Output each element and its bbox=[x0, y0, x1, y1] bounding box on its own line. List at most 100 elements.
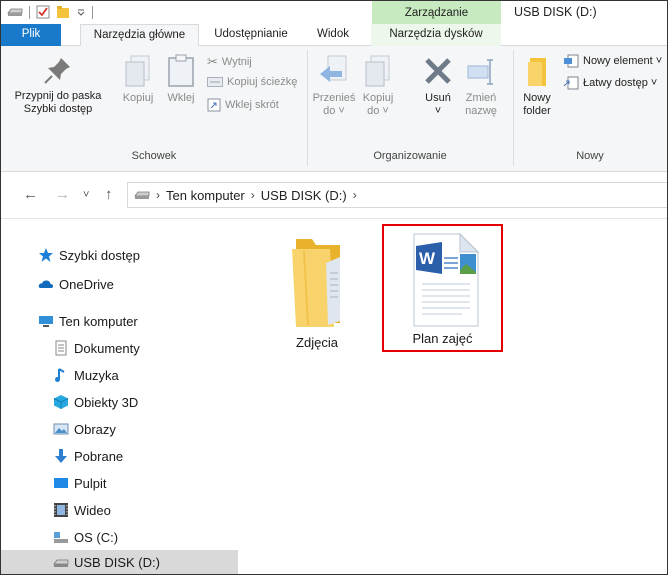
drive-icon bbox=[54, 532, 68, 543]
nav-item-pictures[interactable]: Obrazy bbox=[1, 417, 238, 441]
copy-to-label-2: do ˅ bbox=[367, 105, 389, 117]
delete-button[interactable]: Usuń ˅ bbox=[420, 54, 456, 118]
cut-button[interactable]: ✂ Wytnij bbox=[207, 54, 252, 70]
folder-icon bbox=[292, 239, 340, 327]
nav-item-label: Ten komputer bbox=[59, 313, 138, 329]
pin-label: Przypnij do paska bbox=[14, 90, 102, 102]
ribbon-tab-row: Plik Narzędzia główne Udostępnianie Wido… bbox=[1, 24, 667, 47]
nav-item-desktop[interactable]: Pulpit bbox=[1, 471, 238, 495]
file-item-word-document[interactable]: W Plan zajęć bbox=[382, 224, 503, 352]
new-folder-icon[interactable] bbox=[56, 5, 70, 19]
nav-item-label: Obiekty 3D bbox=[74, 394, 139, 410]
tab-home[interactable]: Narzędzia główne bbox=[80, 24, 199, 47]
copy-button[interactable]: Kopiuj bbox=[118, 54, 158, 105]
star-icon bbox=[39, 248, 53, 262]
computer-icon bbox=[39, 316, 53, 327]
window-title: USB DISK (D:) bbox=[514, 5, 597, 19]
copy-path-icon bbox=[207, 77, 223, 87]
nav-item-label: OS (C:) bbox=[74, 529, 119, 545]
image-icon bbox=[53, 423, 69, 435]
copy-to-icon bbox=[365, 55, 390, 87]
nav-item-os-c[interactable]: OS (C:) bbox=[1, 525, 238, 549]
back-arrow-icon[interactable]: ← bbox=[23, 186, 38, 203]
folder-icon bbox=[528, 58, 546, 86]
nav-item-label: Dokumenty bbox=[74, 340, 140, 356]
desktop-icon bbox=[54, 478, 68, 488]
nav-item-quick-access[interactable]: Szybki dostęp bbox=[1, 243, 238, 267]
nav-item-documents[interactable]: Dokumenty bbox=[1, 336, 238, 360]
toolbar-separator bbox=[29, 5, 30, 19]
nav-item-music[interactable]: Muzyka bbox=[1, 363, 238, 387]
paste-button[interactable]: Wklej bbox=[163, 54, 199, 105]
nav-item-this-pc[interactable]: Ten komputer bbox=[1, 309, 238, 333]
new-item-button[interactable]: Nowy element ˅ bbox=[563, 54, 662, 68]
copy-path-button[interactable]: Kopiuj ścieżkę bbox=[207, 76, 297, 88]
nav-item-label: Obrazy bbox=[74, 421, 116, 437]
nav-item-onedrive[interactable]: OneDrive bbox=[1, 272, 238, 296]
nav-item-label: Muzyka bbox=[74, 367, 119, 383]
nav-item-usb-disk[interactable]: USB DISK (D:) bbox=[1, 550, 238, 574]
pin-to-quick-access-button[interactable]: Przypnij do paska Szybki dostęp bbox=[2, 54, 114, 116]
nav-item-3d-objects[interactable]: Obiekty 3D bbox=[1, 390, 238, 414]
forward-arrow-icon[interactable]: → bbox=[55, 186, 70, 203]
move-to-button[interactable]: Przenieś do ˅ bbox=[312, 54, 356, 118]
file-item-folder[interactable]: Zdjęcia bbox=[266, 231, 368, 359]
new-folder-label-2: folder bbox=[523, 105, 551, 117]
navigation-pane: Szybki dostęp OneDrive Ten komputer Doku… bbox=[1, 219, 238, 574]
new-item-label: Nowy element ˅ bbox=[583, 55, 663, 67]
move-to-label-2: do ˅ bbox=[323, 105, 345, 117]
cloud-icon bbox=[38, 280, 54, 288]
rename-label: Zmień bbox=[465, 92, 497, 104]
move-to-label: Przenieś bbox=[312, 92, 356, 104]
tab-share[interactable]: Udostępnianie bbox=[199, 24, 303, 46]
breadcrumb-separator-icon[interactable]: › bbox=[156, 188, 160, 202]
breadcrumb-this-pc[interactable]: Ten komputer bbox=[166, 188, 245, 203]
scissors-icon: ✂ bbox=[207, 54, 218, 69]
copy-to-button[interactable]: Kopiuj do ˅ bbox=[359, 54, 397, 118]
paste-shortcut-button[interactable]: Wklej skrót bbox=[207, 98, 279, 112]
context-tab-header: Zarządzanie bbox=[372, 1, 501, 24]
word-document-icon: W bbox=[413, 232, 479, 327]
cube-icon bbox=[53, 395, 69, 409]
clipboard-icon bbox=[168, 54, 194, 87]
pin-label-2: Szybki dostęp bbox=[23, 103, 93, 115]
recent-locations-chevron-icon[interactable]: ˅ bbox=[83, 189, 89, 201]
ribbon: Przypnij do paska Szybki dostęp Kopiuj W… bbox=[1, 46, 667, 172]
document-icon bbox=[55, 340, 67, 356]
tab-view[interactable]: Widok bbox=[303, 24, 363, 46]
nav-item-downloads[interactable]: Pobrane bbox=[1, 444, 238, 468]
tab-file[interactable]: Plik bbox=[1, 24, 61, 46]
properties-icon[interactable] bbox=[36, 5, 50, 19]
easy-access-icon bbox=[563, 76, 579, 90]
chevron-down-icon[interactable] bbox=[76, 7, 86, 17]
nav-item-label: Pulpit bbox=[74, 475, 107, 491]
rename-icon bbox=[467, 59, 493, 85]
up-arrow-icon[interactable]: ↑ bbox=[105, 186, 113, 203]
nav-item-label: Wideo bbox=[74, 502, 111, 518]
video-icon bbox=[54, 503, 68, 517]
copy-icon bbox=[125, 55, 150, 87]
tab-drive-tools[interactable]: Narzędzia dysków bbox=[371, 24, 501, 46]
breadcrumb-separator-icon[interactable]: › bbox=[353, 188, 357, 202]
file-name: Zdjęcia bbox=[296, 335, 338, 350]
title-bar: Zarządzanie USB DISK (D:) bbox=[1, 1, 667, 24]
svg-text:W: W bbox=[419, 249, 436, 268]
breadcrumb-usb-disk[interactable]: USB DISK (D:) bbox=[261, 188, 347, 203]
move-icon bbox=[320, 55, 347, 82]
easy-access-button[interactable]: Łatwy dostęp ˅ bbox=[563, 76, 657, 90]
organize-group-label: Organizowanie bbox=[373, 150, 447, 162]
clipboard-group-label: Schowek bbox=[131, 150, 177, 162]
paste-shortcut-label: Wklej skrót bbox=[225, 99, 279, 111]
quick-access-toolbar bbox=[7, 5, 93, 19]
rename-button[interactable]: Zmień nazwę bbox=[461, 54, 501, 118]
group-separator bbox=[513, 50, 514, 166]
cut-label: Wytnij bbox=[221, 56, 252, 68]
nav-item-videos[interactable]: Wideo bbox=[1, 498, 238, 522]
drive-icon[interactable] bbox=[7, 7, 23, 17]
shortcut-icon bbox=[207, 98, 221, 112]
breadcrumb-separator-icon[interactable]: › bbox=[251, 188, 255, 202]
new-folder-button[interactable]: Nowy folder bbox=[517, 54, 557, 118]
nav-item-label: USB DISK (D:) bbox=[74, 554, 160, 570]
address-bar[interactable]: › Ten komputer › USB DISK (D:) › bbox=[127, 182, 667, 208]
copy-label: Kopiuj bbox=[122, 92, 154, 104]
